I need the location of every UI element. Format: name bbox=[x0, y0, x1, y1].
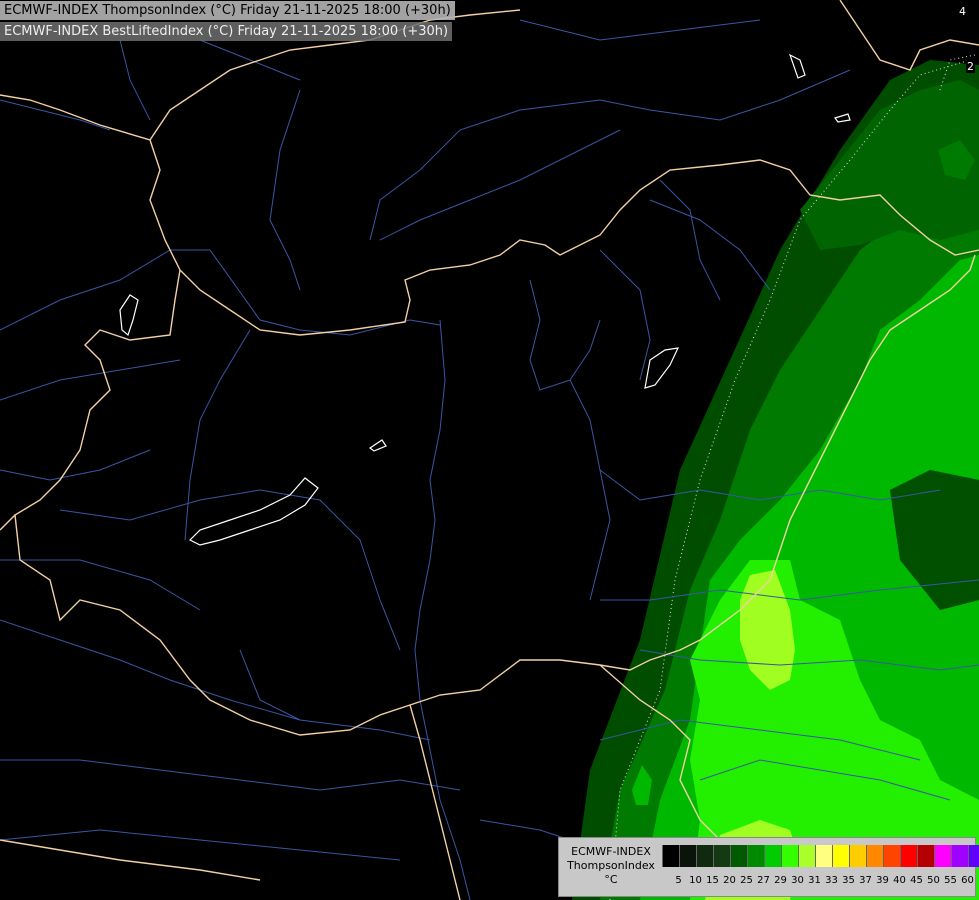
legend-swatch bbox=[951, 845, 968, 867]
legend-swatch bbox=[713, 845, 730, 867]
legend-tick-label: 50 bbox=[927, 875, 940, 886]
legend-tick-label: 31 bbox=[808, 875, 821, 886]
legend-swatch bbox=[662, 845, 679, 867]
legend-swatch bbox=[832, 845, 849, 867]
legend-swatch bbox=[730, 845, 747, 867]
legend-swatch bbox=[764, 845, 781, 867]
map-title-primary: ECMWF-INDEX ThompsonIndex (°C) Friday 21… bbox=[0, 1, 455, 20]
legend-title: ECMWF-INDEX ThompsonIndex °C bbox=[563, 845, 659, 887]
legend-parameter: ThompsonIndex bbox=[567, 859, 655, 872]
legend-tick-spacer bbox=[662, 875, 670, 889]
legend-swatch bbox=[934, 845, 951, 867]
contour-label: 4 bbox=[958, 5, 967, 18]
legend-model: ECMWF-INDEX bbox=[571, 845, 651, 858]
legend-tick-label: 55 bbox=[944, 875, 957, 886]
legend-tick-label: 15 bbox=[706, 875, 719, 886]
legend-swatch bbox=[883, 845, 900, 867]
legend-ticks: 5 10 15 20 25 27 29 30 31 33 35 37 39 40 45 50 55 60 bbox=[662, 875, 976, 889]
legend-tick-label: 45 bbox=[910, 875, 923, 886]
legend-swatch bbox=[917, 845, 934, 867]
map-title-secondary: ECMWF-INDEX BestLiftedIndex (°C) Friday … bbox=[0, 22, 453, 41]
contour-label: 2 bbox=[966, 60, 975, 73]
legend-swatches bbox=[662, 845, 979, 867]
legend-tick-label: 37 bbox=[859, 875, 872, 886]
legend-swatch bbox=[781, 845, 798, 867]
legend-tick-label: 60 bbox=[961, 875, 974, 886]
legend-tick-label: 33 bbox=[825, 875, 838, 886]
color-legend: ECMWF-INDEX ThompsonIndex °C 5 10 15 20 25 27… bbox=[558, 837, 979, 897]
legend-tick-label: 25 bbox=[740, 875, 753, 886]
legend-swatch bbox=[968, 845, 979, 867]
legend-swatch bbox=[747, 845, 764, 867]
legend-tick-label: 29 bbox=[774, 875, 787, 886]
legend-tick-label: 40 bbox=[893, 875, 906, 886]
legend-swatch bbox=[866, 845, 883, 867]
legend-swatch bbox=[849, 845, 866, 867]
legend-tick-label: 5 bbox=[675, 875, 682, 886]
legend-tick-label: 10 bbox=[689, 875, 702, 886]
legend-swatch bbox=[815, 845, 832, 867]
legend-tick-label: 35 bbox=[842, 875, 855, 886]
legend-tick-label: 39 bbox=[876, 875, 889, 886]
legend-tick-label: 20 bbox=[723, 875, 736, 886]
legend-swatch bbox=[900, 845, 917, 867]
legend-swatch bbox=[798, 845, 815, 867]
legend-swatch bbox=[679, 845, 696, 867]
legend-unit: °C bbox=[604, 873, 618, 886]
legend-tick-label: 27 bbox=[757, 875, 770, 886]
legend-tick-label: 30 bbox=[791, 875, 804, 886]
weather-map bbox=[0, 0, 979, 900]
legend-swatch bbox=[696, 845, 713, 867]
